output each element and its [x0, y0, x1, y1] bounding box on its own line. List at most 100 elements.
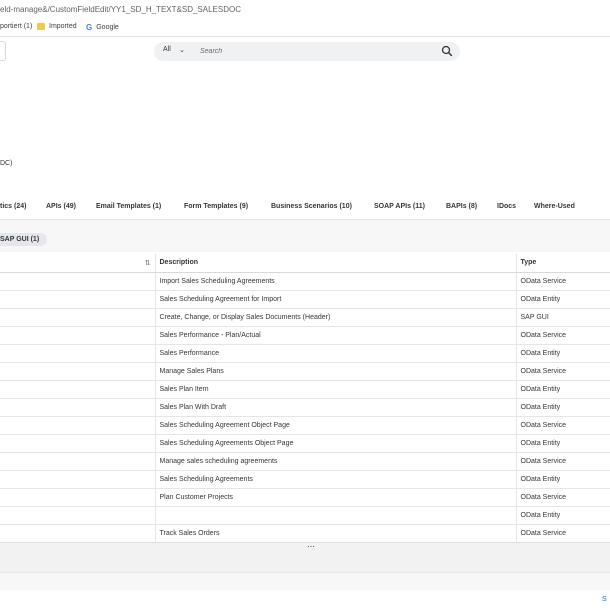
- bookmarks-bar: portiert (1) Imported G Google: [0, 20, 610, 37]
- cell-type: OData Entity: [516, 506, 610, 525]
- cell-description: [155, 506, 517, 525]
- google-icon: G: [86, 23, 93, 32]
- cell-type: OData Service: [516, 488, 610, 507]
- corner-link[interactable]: S: [602, 596, 607, 603]
- cell-description: Manage Sales Plans: [155, 362, 517, 381]
- cell-description: Sales Plan Item: [155, 380, 517, 399]
- table-row[interactable]: Plan Customer Projects OData Service: [0, 488, 610, 507]
- column-header-description[interactable]: Description: [155, 254, 517, 273]
- bookmark-label: Google: [96, 24, 119, 31]
- table-row[interactable]: Manage sales scheduling agreements OData …: [0, 452, 610, 471]
- search-icon[interactable]: [441, 45, 453, 57]
- table-row[interactable]: Create, Change, or Display Sales Documen…: [0, 308, 610, 327]
- cell-name: [0, 362, 156, 381]
- tab-soap-apis[interactable]: SOAP APIs (11): [374, 203, 425, 210]
- cell-name: [0, 326, 156, 345]
- table-row[interactable]: Sales Scheduling Agreement for Import ODa…: [0, 290, 610, 309]
- cell-type: OData Entity: [516, 380, 610, 399]
- cell-name: [0, 452, 156, 471]
- cell-name: [0, 524, 156, 543]
- bookmark-label: portiert (1): [0, 23, 33, 30]
- cell-name: [0, 398, 156, 417]
- bookmark-imported[interactable]: Imported: [37, 23, 77, 30]
- table-row[interactable]: Track Sales Orders OData Service: [0, 524, 610, 543]
- search-input[interactable]: [200, 45, 430, 58]
- filter-bar: SAP GUI (1): [0, 220, 610, 252]
- object-subtitle: DC): [0, 160, 13, 167]
- table-header-row: ⇅ Description Type: [0, 254, 610, 273]
- table-footer: ⋯: [0, 542, 610, 572]
- column-header-type[interactable]: Type: [516, 254, 610, 273]
- column-header-name[interactable]: ⇅: [0, 254, 156, 273]
- cell-description: Create, Change, or Display Sales Documen…: [155, 308, 517, 327]
- folder-icon: [37, 23, 45, 30]
- table-row[interactable]: Import Sales Scheduling Agreements OData …: [0, 272, 610, 291]
- table-row[interactable]: Sales Scheduling Agreements OData Entity: [0, 470, 610, 489]
- tab-bar: tics (24) APIs (49) Email Templates (1) …: [0, 196, 610, 220]
- search-scope-select[interactable]: All: [163, 46, 171, 53]
- cell-description: Sales Scheduling Agreements Object Page: [155, 434, 517, 453]
- cell-type: OData Entity: [516, 470, 610, 489]
- table-row[interactable]: Sales Scheduling Agreement Object Page OD…: [0, 416, 610, 435]
- tab-idocs[interactable]: IDocs: [497, 203, 516, 210]
- cell-type: OData Service: [516, 416, 610, 435]
- table-row[interactable]: Manage Sales Plans OData Service: [0, 362, 610, 381]
- filter-chip-sap-gui[interactable]: SAP GUI (1): [0, 233, 48, 246]
- results-table: ⇅ Description Type Import Sales Scheduli…: [0, 254, 610, 543]
- cell-name: [0, 416, 156, 435]
- browser-url-bar[interactable]: eld-manage&/CustomFieldEdit/YY1_SD_H_TEX…: [0, 0, 610, 20]
- cell-description: Manage sales scheduling agreements: [155, 452, 517, 471]
- chevron-down-icon[interactable]: ⌄: [179, 46, 185, 54]
- bookmark-label: Imported: [49, 23, 77, 30]
- cell-description: Sales Performance - Plan/Actual: [155, 326, 517, 345]
- tab-email-templates[interactable]: Email Templates (1): [96, 203, 161, 210]
- cell-name: [0, 272, 156, 291]
- bottom-bar: [0, 572, 610, 590]
- tab-form-templates[interactable]: Form Templates (9): [184, 203, 248, 210]
- cell-type: OData Entity: [516, 290, 610, 309]
- bookmark-portiert[interactable]: portiert (1): [0, 23, 32, 30]
- cell-type: OData Service: [516, 524, 610, 543]
- table-row[interactable]: OData Entity: [0, 506, 610, 525]
- cell-name: [0, 344, 156, 363]
- cell-name: [0, 380, 156, 399]
- cell-name: [0, 434, 156, 453]
- cell-description: Sales Plan With Draft: [155, 398, 517, 417]
- table-row[interactable]: Sales Plan With Draft OData Entity: [0, 398, 610, 417]
- sort-icon[interactable]: ⇅: [145, 259, 151, 267]
- cell-name: [0, 488, 156, 507]
- tab-analytics[interactable]: tics (24): [0, 203, 26, 210]
- url-text[interactable]: eld-manage&/CustomFieldEdit/YY1_SD_H_TEX…: [0, 5, 241, 14]
- cell-description: Track Sales Orders: [155, 524, 517, 543]
- tab-apis[interactable]: APIs (49): [46, 203, 76, 210]
- cell-description: Sales Performance: [155, 344, 517, 363]
- cell-type: OData Service: [516, 362, 610, 381]
- cell-description: Plan Customer Projects: [155, 488, 517, 507]
- table-row[interactable]: Sales Plan Item OData Entity: [0, 380, 610, 399]
- cell-description: Import Sales Scheduling Agreements: [155, 272, 517, 291]
- resize-grip-icon[interactable]: ⋯: [307, 542, 315, 551]
- cell-type: OData Entity: [516, 434, 610, 453]
- table-row[interactable]: Sales Performance - Plan/Actual OData Ser…: [0, 326, 610, 345]
- cell-type: OData Entity: [516, 398, 610, 417]
- tab-bapis[interactable]: BAPIs (8): [446, 203, 477, 210]
- cell-name: [0, 308, 156, 327]
- cell-type: OData Service: [516, 272, 610, 291]
- search-field: All ⌄: [154, 42, 460, 61]
- shell-bar: All ⌄: [0, 37, 610, 69]
- cell-name: [0, 290, 156, 309]
- cell-description: Sales Scheduling Agreement for Import: [155, 290, 517, 309]
- cell-description: Sales Scheduling Agreement Object Page: [155, 416, 517, 435]
- cell-description: Sales Scheduling Agreements: [155, 470, 517, 489]
- cell-type: OData Entity: [516, 344, 610, 363]
- tab-business-scenarios[interactable]: Business Scenarios (10): [271, 203, 352, 210]
- tab-where-used[interactable]: Where-Used: [534, 203, 575, 210]
- table-row[interactable]: Sales Performance OData Entity: [0, 344, 610, 363]
- table-row[interactable]: Sales Scheduling Agreements Object Page O…: [0, 434, 610, 453]
- cell-name: [0, 506, 156, 525]
- cell-type: SAP GUI: [516, 308, 610, 327]
- cell-type: OData Service: [516, 326, 610, 345]
- bookmark-google[interactable]: G Google: [86, 23, 119, 32]
- cell-type: OData Service: [516, 452, 610, 471]
- shell-left-control[interactable]: [0, 41, 6, 61]
